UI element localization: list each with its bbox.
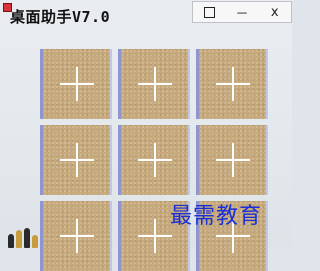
close-button[interactable]: x xyxy=(258,2,291,22)
add-shortcut-tile[interactable] xyxy=(118,125,190,195)
plus-icon xyxy=(215,143,250,177)
window-controls: － x xyxy=(192,1,292,23)
add-shortcut-tile[interactable] xyxy=(40,201,112,271)
minimize-button[interactable]: － xyxy=(226,2,259,22)
window-title: 桌面助手V7.0 xyxy=(10,8,111,26)
add-shortcut-tile[interactable] xyxy=(40,49,112,119)
minimize-icon: － xyxy=(235,6,249,22)
title-bar[interactable]: 桌面助手V7.0 － x xyxy=(0,0,292,28)
add-shortcut-tile[interactable] xyxy=(196,49,268,119)
plus-icon xyxy=(59,143,94,177)
watermark-text: 最需教育 xyxy=(170,204,263,229)
figurine xyxy=(24,228,30,248)
desktop-figurines xyxy=(6,226,40,248)
close-icon: x xyxy=(270,4,279,20)
figurine xyxy=(8,234,14,248)
figurine xyxy=(32,235,38,248)
add-shortcut-tile[interactable] xyxy=(118,49,190,119)
plus-icon xyxy=(137,143,172,177)
plus-icon xyxy=(137,67,172,101)
maximize-button[interactable] xyxy=(193,2,226,22)
maximize-icon xyxy=(203,6,215,18)
add-shortcut-tile[interactable] xyxy=(40,125,112,195)
plus-icon xyxy=(59,67,94,101)
figurine xyxy=(16,230,22,248)
shortcut-grid xyxy=(40,49,270,271)
add-shortcut-tile[interactable] xyxy=(196,125,268,195)
plus-icon xyxy=(215,67,250,101)
